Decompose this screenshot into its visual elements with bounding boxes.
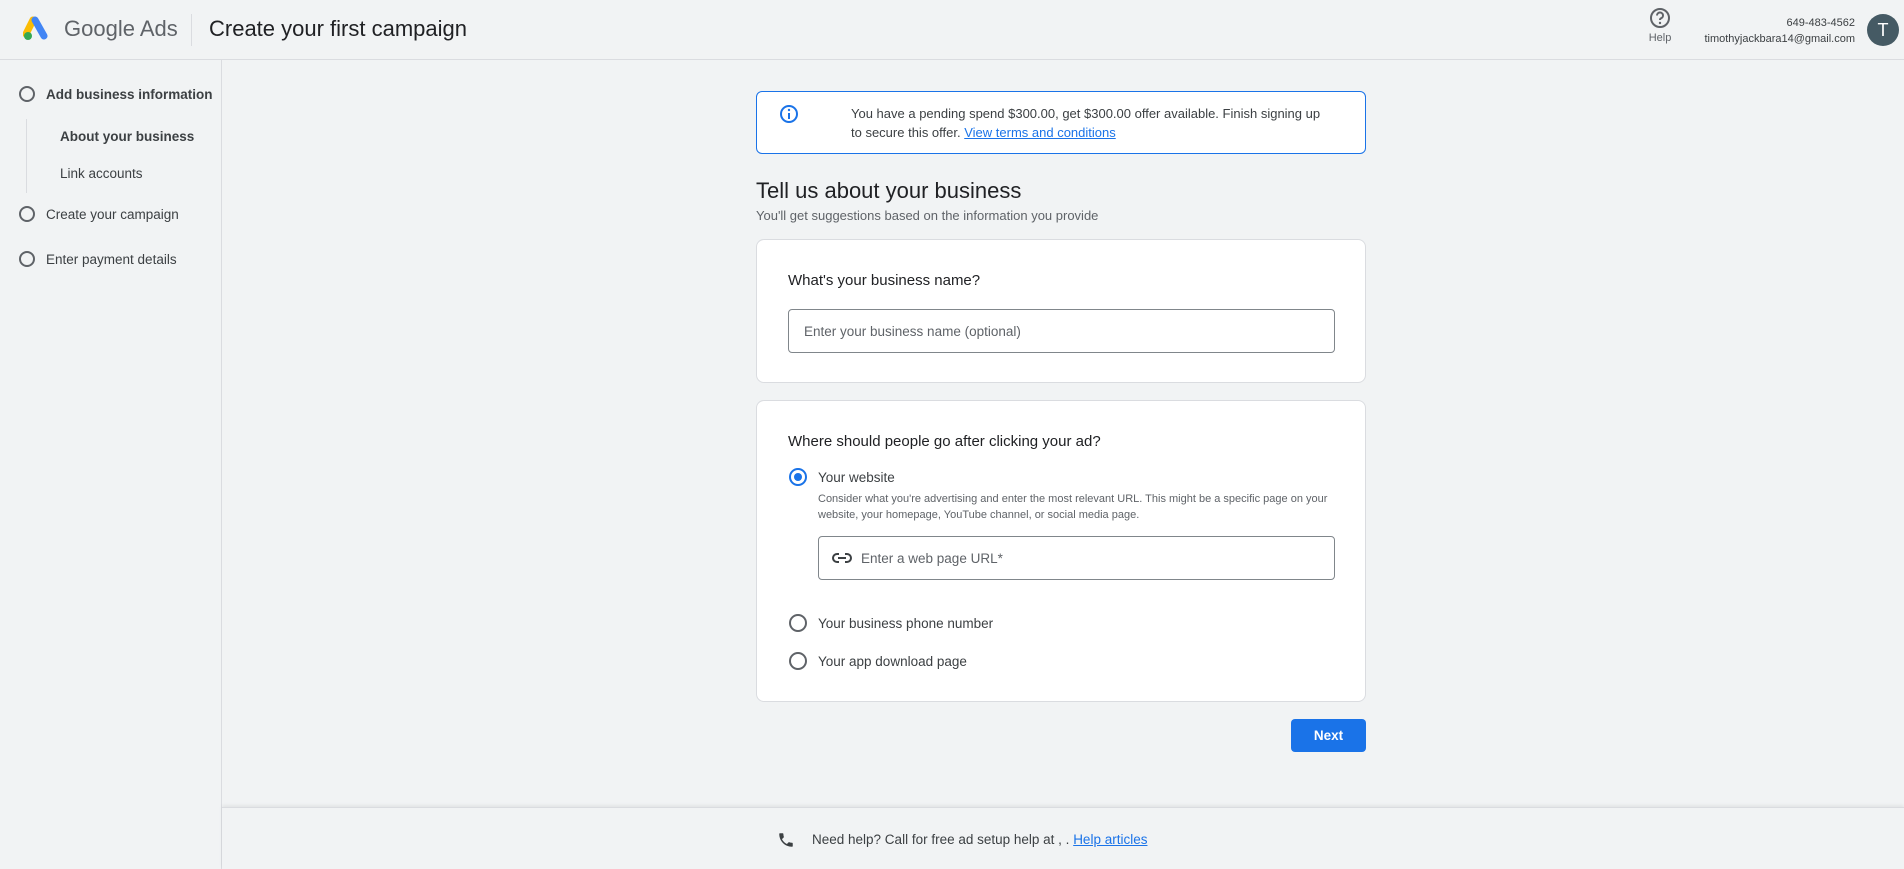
info-icon [780,105,798,123]
radio-selected-icon [789,468,807,486]
section-subtitle: You'll get suggestions based on the info… [756,208,1099,223]
substep-link-accounts[interactable]: Link accounts [60,166,143,181]
destination-heading: Where should people go after clicking yo… [788,433,1101,450]
terms-link[interactable]: View terms and conditions [964,125,1116,140]
footer-message: Need help? Call for free ad setup help a… [812,832,1070,847]
business-name-heading: What's your business name? [788,272,981,289]
step-enter-payment-details[interactable]: Enter payment details [19,251,177,267]
offer-text: You have a pending spend $300.00, get $3… [851,104,1331,142]
step-circle-icon [19,86,35,102]
help-icon [1650,8,1670,28]
account-email: timothyjackbara14@gmail.com [1704,33,1855,45]
section-title: Tell us about your business [756,178,1022,203]
help-label: Help [1648,32,1672,44]
business-name-card: What's your business name? Enter your bu… [756,239,1366,383]
footer-text: Need help? Call for free ad setup help a… [812,832,1147,847]
avatar[interactable]: T [1867,14,1899,46]
radio-unselected-icon [789,614,807,632]
website-description: Consider what you're advertising and ent… [818,493,1328,521]
url-input[interactable]: Enter a web page URL* [818,536,1335,580]
business-name-placeholder: Enter your business name (optional) [804,323,1021,339]
step-label: Add business information [46,86,213,102]
step-label: Create your campaign [46,206,179,222]
radio-unselected-icon [789,652,807,670]
step-circle-icon [19,251,35,267]
help-articles-link[interactable]: Help articles [1073,832,1147,847]
url-placeholder: Enter a web page URL* [861,550,1003,566]
account-phone: 649-483-4562 [1786,17,1855,29]
offer-banner: You have a pending spend $300.00, get $3… [756,91,1366,154]
header-divider [191,14,192,46]
step-add-business-information[interactable]: Add business information [19,86,213,102]
radio-label: Your app download page [818,653,967,669]
page-title: Create your first campaign [209,16,467,41]
brand-name: Google Ads [64,16,178,41]
steps-sidebar: Add business information About your busi… [0,60,222,869]
substep-line [26,119,27,193]
phone-icon [779,833,793,847]
radio-app-download-page[interactable]: Your app download page [789,652,967,670]
radio-your-website[interactable]: Your website [789,468,895,486]
google-ads-logo-icon [23,16,48,40]
link-icon [832,553,852,563]
substep-about-your-business[interactable]: About your business [60,129,194,144]
step-circle-icon [19,206,35,222]
radio-business-phone-number[interactable]: Your business phone number [789,614,993,632]
help-footer: Need help? Call for free ad setup help a… [222,807,1904,869]
radio-label: Your business phone number [818,615,994,631]
destination-card: Where should people go after clicking yo… [756,400,1366,702]
business-name-input[interactable]: Enter your business name (optional) [788,309,1335,353]
step-create-your-campaign[interactable]: Create your campaign [19,206,179,222]
top-bar: Google Ads Create your first campaign He… [0,0,1904,60]
next-button[interactable]: Next [1291,719,1366,752]
step-label: Enter payment details [46,251,177,267]
account-info[interactable]: 649-483-4562 timothyjackbara14@gmail.com [1704,15,1855,47]
help-button[interactable]: Help [1642,7,1678,44]
radio-label: Your website [818,469,895,485]
